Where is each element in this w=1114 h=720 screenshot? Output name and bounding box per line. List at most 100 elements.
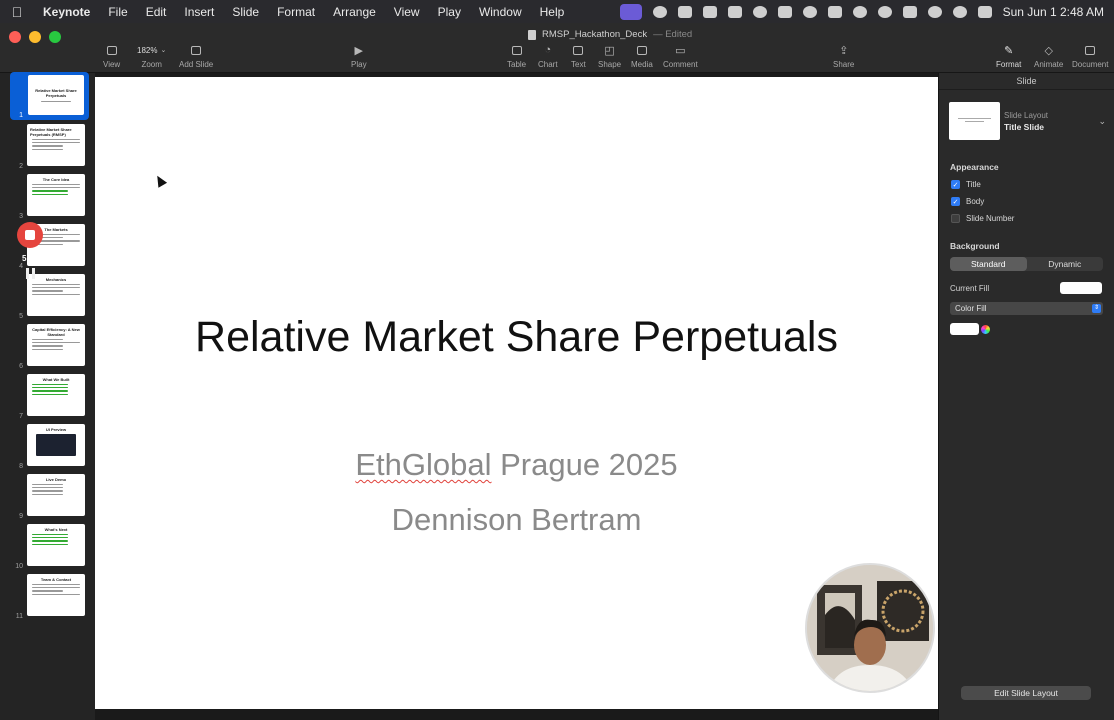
share-button[interactable]: ⇪ Share [833,43,854,70]
format-label: Format [996,60,1022,69]
menu-help[interactable]: Help [531,5,574,19]
slide-preview: What We Built [27,374,85,416]
current-fill-row: Current Fill [950,282,1102,294]
slide-layout-selector[interactable]: Slide Layout Title Slide ⌄ [949,99,1106,143]
zoom-value: 182% ⌄ [137,45,167,55]
slide-thumbnail-7[interactable]: 7 What We Built [0,374,95,420]
slide-body[interactable]: EthGlobal Prague 2025 Dennison Bertram [95,437,938,547]
title-checkbox-row[interactable]: ✓ Title [951,180,1114,189]
sync-icon[interactable] [802,5,817,18]
title-checkbox[interactable]: ✓ [951,180,960,189]
slide-number-checkbox[interactable] [951,214,960,223]
weather-icon[interactable] [727,5,742,18]
slide-number: 7 [19,413,23,420]
zoom-button[interactable]: 182% ⌄ Zoom [137,43,167,70]
menu-format[interactable]: Format [268,5,324,19]
menu-slide[interactable]: Slide [223,5,268,19]
edit-slide-layout-button[interactable]: Edit Slide Layout [961,686,1091,700]
background-heading: Background [950,241,1000,251]
layout-thumbnail [949,102,1000,140]
slide-preview: Team & Contact [27,574,85,616]
menu-insert[interactable]: Insert [175,5,223,19]
cloud-icon[interactable] [752,5,767,18]
apple-menu-icon[interactable]:  [0,4,34,20]
document-icon [528,29,536,40]
menu-arrange[interactable]: Arrange [324,5,385,19]
slide-navigator: 1 Relative Market Share Perpetuals 2 Rel… [0,72,95,720]
pause-recording-button[interactable] [24,268,36,280]
search-icon[interactable] [952,5,967,18]
slide-preview: Capital Efficiency: A New Standard [27,324,85,366]
calculator-icon[interactable] [777,5,792,18]
current-fill-swatch[interactable] [1060,282,1102,294]
event-line: EthGlobal Prague 2025 [95,437,938,492]
comment-button[interactable]: ▭ Comment [663,43,698,70]
moon-icon[interactable] [852,5,867,18]
minimize-window-button[interactable] [29,31,41,43]
comment-icon: ▭ [675,44,686,57]
slide-thumbnail-10[interactable]: 10 What's Next [0,524,95,570]
shape-button[interactable]: ◰ Shape [598,43,621,70]
slide-thumbnail-2[interactable]: 2 Relative Market Share Perpetuals (RMSP… [0,124,95,170]
slide-preview-title: Live Demo [45,477,67,482]
zoom-window-button[interactable] [49,31,61,43]
app-status-icon[interactable] [677,5,692,18]
menu-window[interactable]: Window [470,5,531,19]
animate-button[interactable]: ◇ Animate [1034,43,1063,70]
document-button[interactable]: Document [1072,43,1108,69]
background-mode-segmented-control[interactable]: Standard Dynamic [950,257,1103,271]
add-slide-button[interactable]: Add Slide [179,43,213,69]
menubar-clock[interactable]: Sun Jun 1 2:48 AM [1003,5,1104,19]
view-button[interactable]: View [103,43,120,69]
chart-button[interactable]: ◔ Chart [538,43,558,69]
webcam-overlay[interactable] [805,563,935,693]
stop-recording-button[interactable] [17,222,43,248]
menu-view[interactable]: View [385,5,429,19]
chevron-down-icon[interactable]: ⌄ [1098,116,1106,127]
play-button[interactable]: ▶ Play [351,43,367,70]
slide-number: 10 [15,563,23,570]
view-label: View [103,60,121,69]
add-slide-label: Add Slide [179,60,214,69]
media-button[interactable]: Media [631,43,653,69]
slide-thumbnail-8[interactable]: 8 UI Preview [0,424,95,470]
media-icon [636,43,647,57]
slide-thumbnail-6[interactable]: 6 Capital Efficiency: A New Standard [0,324,95,370]
screen-recording-icon[interactable] [619,3,642,20]
slide-thumbnail-9[interactable]: 9 Live Demo [0,474,95,520]
close-window-button[interactable] [9,31,21,43]
body-checkbox-row[interactable]: ✓ Body [951,197,1114,206]
play-circle-icon[interactable] [877,5,892,18]
document-name[interactable]: RMSP_Hackathon_Deck [542,29,647,40]
dynamic-segment[interactable]: Dynamic [1027,257,1104,271]
table-button[interactable]: Table [507,43,526,69]
body-checkbox[interactable]: ✓ [951,197,960,206]
slide-preview-title: Relative Market Share Perpetuals [35,88,77,98]
appearance-heading: Appearance [950,162,999,172]
battery-icon[interactable] [902,5,917,18]
slide-title[interactable]: Relative Market Share Perpetuals [95,313,938,362]
slide-thumbnail-1-content[interactable]: 1 Relative Market Share Perpetuals [0,73,95,119]
menu-app-keynote[interactable]: Keynote [34,5,99,19]
slide-number-checkbox-row[interactable]: Slide Number [951,214,1114,223]
control-center-icon[interactable] [977,5,992,18]
standard-segment[interactable]: Standard [950,257,1027,271]
slide-layout-name: Title Slide [1004,121,1044,132]
window-controls [9,31,61,43]
color-well[interactable] [950,323,979,335]
menu-file[interactable]: File [99,5,136,19]
brightness-icon[interactable] [652,5,667,18]
menu-play[interactable]: Play [429,5,470,19]
color-wheel-icon[interactable] [981,324,990,334]
menu-edit[interactable]: Edit [137,5,176,19]
format-button[interactable]: ✎ Format [996,43,1022,70]
bell-icon[interactable] [827,5,842,18]
slide-thumbnail-11[interactable]: 11 Team & Contact [0,574,95,620]
fill-type-select[interactable]: Color Fill ⇕ [950,302,1103,315]
recording-timer: 5:00 [21,254,38,263]
current-fill-label: Current Fill [950,283,990,293]
slide-thumbnail-3[interactable]: 3 The Core Idea [0,174,95,220]
text-button[interactable]: Text [571,43,586,69]
grammar-icon[interactable] [702,5,717,18]
wifi-icon[interactable] [927,5,942,18]
